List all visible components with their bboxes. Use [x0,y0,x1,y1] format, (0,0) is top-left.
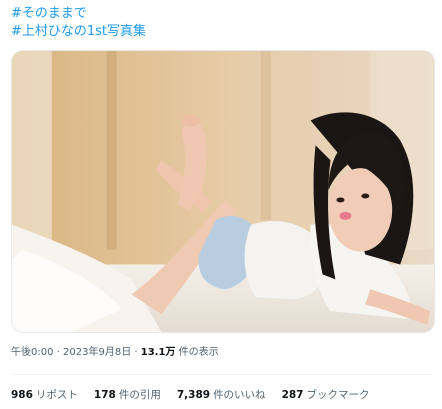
quotes-label: 件の引用 [118,389,161,401]
retweets-count: 986 [11,389,33,401]
tweet-timestamp[interactable]: 午後0:00 · 2023年9月8日 · 13.1万 件の表示 [11,346,219,360]
bookmarks-stat[interactable]: 287 ブックマーク [282,388,370,402]
quotes-stat[interactable]: 178 件の引用 [94,388,161,402]
likes-count: 7,389 [176,389,211,401]
tweet-time: 午後0:00 [11,347,54,358]
bookmarks-count: 287 [281,389,304,401]
retweets-stat[interactable]: 986 リポスト [11,388,78,402]
divider [11,374,431,375]
views-count: 13.1万 [140,347,176,358]
hashtag-link-photobook[interactable]: #上村ひなの1st写真集 [11,23,146,40]
tweet-date: 2023年9月8日 [63,347,132,358]
tweet-photo[interactable] [11,50,435,333]
views-label: 件の表示 [175,347,219,358]
tweet-stats: 986 リポスト 178 件の引用 7,389 件のいいね 287 ブックマーク [11,388,369,402]
bookmarks-label: ブックマーク [306,389,370,401]
likes-label: 件のいいね [213,389,266,401]
photo-image [12,51,434,332]
likes-stat[interactable]: 7,389 件のいいね [177,388,266,402]
meta-separator: · [53,347,64,358]
meta-separator: · [131,347,141,358]
hashtag-link-sonomamade[interactable]: #そのままで [11,5,87,22]
retweets-label: リポスト [35,389,78,401]
quotes-count: 178 [93,389,116,401]
